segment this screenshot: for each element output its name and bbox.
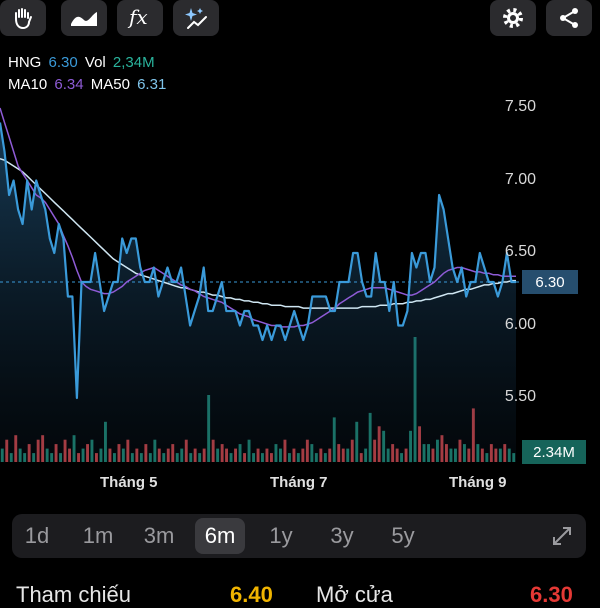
x-tick-thang-9: Tháng 9: [449, 474, 507, 491]
current-price-tag: 6.30: [522, 270, 578, 294]
ref-label: Tham chiếu: [16, 582, 131, 607]
period-5y[interactable]: 5y: [378, 518, 428, 554]
price-area-fill: [0, 122, 516, 462]
y-tick-6-00: 6.00: [504, 316, 536, 333]
volume-tag: 2.34M: [522, 440, 586, 464]
period-1d[interactable]: 1d: [12, 518, 62, 554]
y-tick-5-50: 5.50: [504, 388, 536, 405]
period-1y[interactable]: 1y: [256, 518, 306, 554]
ref-value: 6.40: [230, 582, 273, 607]
period-6m[interactable]: 6m: [195, 518, 245, 554]
period-1m[interactable]: 1m: [73, 518, 123, 554]
x-tick-thang-7: Tháng 7: [270, 474, 328, 491]
y-tick-6-50: 6.50: [504, 243, 536, 260]
period-3y[interactable]: 3y: [317, 518, 367, 554]
y-tick-7-50: 7.50: [504, 98, 536, 115]
period-selector: 1d 1m 3m 6m 1y 3y 5y: [12, 514, 586, 558]
y-tick-7-00: 7.00: [504, 171, 536, 188]
expand-icon[interactable]: [550, 524, 574, 548]
open-label: Mở cửa: [316, 582, 393, 607]
period-3m[interactable]: 3m: [134, 518, 184, 554]
open-value: 6.30: [530, 582, 573, 607]
x-tick-thang-5: Tháng 5: [100, 474, 158, 491]
